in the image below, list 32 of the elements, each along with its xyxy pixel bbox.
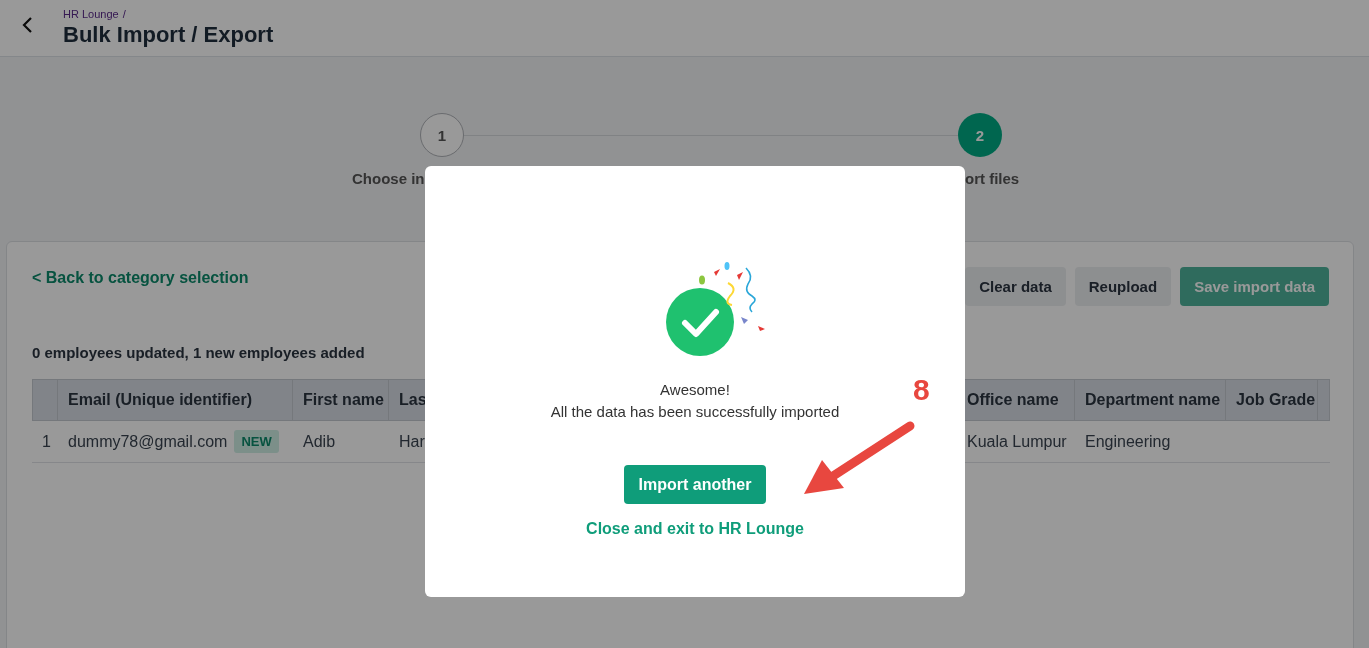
new-badge: NEW xyxy=(234,430,279,453)
table-cell: dummy78@gmail.com xyxy=(68,432,228,451)
import-another-button[interactable]: Import another xyxy=(623,465,767,504)
step-circle: 2 xyxy=(958,113,1002,157)
row-number: 1 xyxy=(42,432,51,451)
annotation-number: 8 xyxy=(913,373,930,407)
breadcrumb-link[interactable]: HR Lounge xyxy=(63,8,119,20)
step-circle: 1 xyxy=(420,113,464,157)
table-cell: Har xyxy=(399,432,425,451)
confetti-drawing xyxy=(699,262,765,331)
step-label: Choose in xyxy=(352,170,425,187)
column-header: First name xyxy=(303,391,384,409)
column-header: Job Grade xyxy=(1236,391,1316,409)
table-cell: Adib xyxy=(303,432,336,451)
check-circle-icon xyxy=(666,288,734,356)
table-cell: Engineering xyxy=(1085,432,1171,451)
modal-message: All the data has been successfully imported xyxy=(550,403,840,420)
action-button[interactable]: Clear data xyxy=(965,267,1066,306)
action-button[interactable]: Reupload xyxy=(1074,267,1172,306)
breadcrumb-separator: / xyxy=(122,8,126,20)
column-header: Las xyxy=(399,391,427,409)
table-cell: Kuala Lumpur xyxy=(967,432,1067,451)
modal-title: Awesome! xyxy=(660,381,730,398)
import-summary: 0 employees updated, 1 new employees added xyxy=(32,344,366,361)
column-header: Department name xyxy=(1085,391,1221,409)
column-header: Email (Unique identifier) xyxy=(68,391,252,409)
page-title: Bulk Import / Export xyxy=(63,21,274,49)
back-link[interactable]: < Back to category selection xyxy=(32,269,249,287)
back-icon[interactable] xyxy=(21,16,33,34)
column-header: Office name xyxy=(967,391,1059,409)
step-label: ort files xyxy=(965,170,1020,187)
close-exit-link[interactable]: Close and exit to HR Lounge xyxy=(586,520,804,538)
